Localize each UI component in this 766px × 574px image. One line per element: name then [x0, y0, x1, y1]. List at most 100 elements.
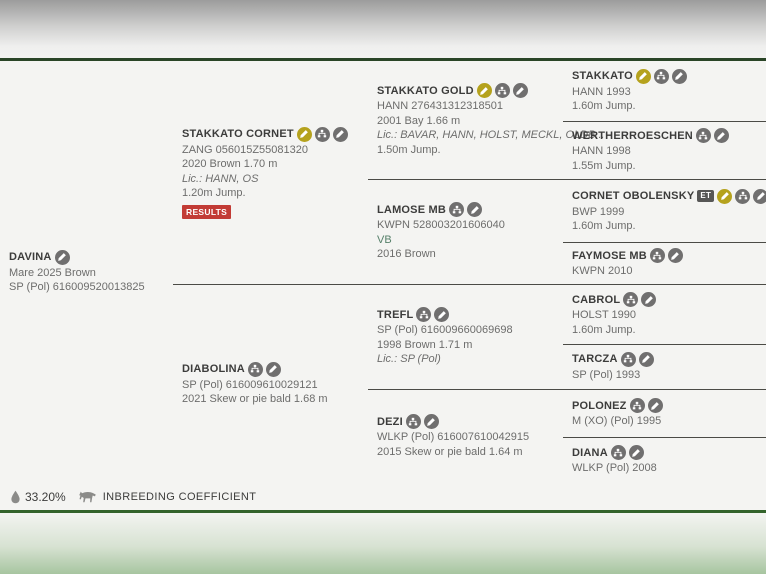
results-button[interactable]: RESULTS — [182, 205, 231, 219]
horse-detail: SP (Pol) 616009520013825 — [9, 280, 167, 295]
horse-detail: BWP 1999 — [572, 205, 760, 220]
pedigree-column-great-grandparents: STAKKATO HANN 1993 1.60m Jump. WERTHERRO… — [563, 61, 766, 483]
pedigree-icon[interactable] — [696, 128, 711, 143]
pedigree-cell-stakkato: STAKKATO HANN 1993 1.60m Jump. — [563, 61, 766, 122]
edit-icon[interactable] — [513, 83, 528, 98]
pedigree-cell-cabrol: CABROL HOLST 1990 1.60m Jump. — [563, 285, 766, 345]
horse-license: Lic.: HANN, OS — [182, 172, 362, 187]
horse-detail: SP (Pol) 616009660069698 — [377, 323, 557, 338]
pedigree-cell-sire: STAKKATO CORNET ZANG 056015Z55081320 202… — [173, 61, 368, 285]
edit-icon[interactable] — [467, 202, 482, 217]
horse-detail: WLKP (Pol) 2008 — [572, 461, 760, 476]
pedigree-cell-trefl: TREFL SP (Pol) 616009660069698 1998 Brow… — [368, 285, 563, 390]
horse-detail: 1.20m Jump. — [182, 186, 362, 201]
pedigree-cell-cornet-obolensky: CORNET OBOLENSKY ET BWP 1999 1.60m Jump. — [563, 180, 766, 243]
horse-detail: 2015 Skew or pie bald 1.64 m — [377, 445, 557, 460]
edit-icon[interactable] — [424, 414, 439, 429]
inbreeding-label: INBREEDING COEFFICIENT — [103, 491, 257, 503]
edit-icon[interactable] — [266, 362, 281, 377]
pedigree-tree: DAVINA Mare 2025 Brown SP (Pol) 61600952… — [0, 61, 766, 483]
horse-detail: KWPN 528003201606040 — [377, 218, 557, 233]
top-gradient-band — [0, 0, 766, 58]
pedigree-column-horse: DAVINA Mare 2025 Brown SP (Pol) 61600952… — [0, 61, 173, 483]
pedigree-icon[interactable] — [630, 398, 645, 413]
pedigree-cell-wertherroeschen: WERTHERROESCHEN HANN 1998 1.55m Jump. — [563, 122, 766, 180]
horse-detail: HANN 276431312318501 — [377, 99, 557, 114]
edit-icon[interactable] — [648, 398, 663, 413]
pedigree-icon[interactable] — [654, 69, 669, 84]
horse-detail: 1998 Brown 1.71 m — [377, 338, 557, 353]
edit-icon[interactable] — [641, 292, 656, 307]
horse-detail: M (XO) (Pol) 1995 — [572, 414, 760, 429]
horse-detail: 1.60m Jump. — [572, 99, 760, 114]
horse-detail: 2020 Brown 1.70 m — [182, 157, 362, 172]
pedigree-icon[interactable] — [416, 307, 431, 322]
pedigree-icon[interactable] — [650, 248, 665, 263]
pedigree-cell-polonez: POLONEZ M (XO) (Pol) 1995 — [563, 390, 766, 438]
horse-detail: 1.60m Jump. — [572, 219, 760, 234]
inbreeding-value: 33.20% — [25, 490, 66, 504]
pedigree-cell-dezi: DEZI WLKP (Pol) 616007610042915 2015 Ske… — [368, 390, 563, 483]
edit-icon[interactable] — [753, 189, 766, 204]
edit-icon[interactable] — [333, 127, 348, 142]
footer-gradient-band — [0, 513, 766, 574]
pedigree-cell-diana: DIANA WLKP (Pol) 2008 — [563, 438, 766, 483]
edit-icon[interactable] — [714, 128, 729, 143]
horse-detail: KWPN 2010 — [572, 264, 760, 279]
et-badge: ET — [697, 190, 714, 202]
pedigree-icon[interactable] — [611, 445, 626, 460]
edit-icon[interactable] — [668, 248, 683, 263]
edit-icon[interactable] — [629, 445, 644, 460]
horse-name: TREFL — [377, 309, 413, 321]
premium-icon[interactable] — [636, 69, 651, 84]
pedigree-icon[interactable] — [315, 127, 330, 142]
horse-name: TARCZA — [572, 353, 618, 365]
horse-detail: 2021 Skew or pie bald 1.68 m — [182, 392, 362, 407]
inbreeding-coefficient-bar: 33.20% INBREEDING COEFFICIENT — [0, 483, 766, 510]
pedigree-icon[interactable] — [623, 292, 638, 307]
premium-icon[interactable] — [297, 127, 312, 142]
horse-name: STAKKATO CORNET — [182, 128, 294, 140]
pedigree-cell-stakkato-gold: STAKKATO GOLD HANN 276431312318501 2001 … — [368, 61, 563, 180]
pedigree-icon[interactable] — [495, 83, 510, 98]
edit-icon[interactable] — [434, 307, 449, 322]
horse-name: STAKKATO GOLD — [377, 85, 474, 97]
premium-icon[interactable] — [477, 83, 492, 98]
pedigree-icon[interactable] — [621, 352, 636, 367]
premium-icon[interactable] — [717, 189, 732, 204]
edit-icon[interactable] — [55, 250, 70, 265]
pedigree-cell-dam: DIABOLINA SP (Pol) 616009610029121 2021 … — [173, 285, 368, 483]
pedigree-icon[interactable] — [406, 414, 421, 429]
horse-detail: Mare 2025 Brown — [9, 266, 167, 281]
horse-detail: 1.55m Jump. — [572, 159, 760, 174]
pedigree-icon[interactable] — [449, 202, 464, 217]
horse-detail: SP (Pol) 1993 — [572, 368, 760, 383]
horse-detail: 2001 Bay 1.66 m — [377, 114, 557, 129]
pedigree-column-grandparents: STAKKATO GOLD HANN 276431312318501 2001 … — [368, 61, 563, 483]
pedigree-cell-faymose-mb: FAYMOSE MB KWPN 2010 — [563, 243, 766, 285]
pedigree-icon[interactable] — [735, 189, 750, 204]
pedigree-cell-lamose-mb: LAMOSE MB KWPN 528003201606040 VB 2016 B… — [368, 180, 563, 285]
horse-name: DIANA — [572, 447, 608, 459]
horse-name: STAKKATO — [572, 70, 633, 82]
pedigree-icon[interactable] — [248, 362, 263, 377]
blood-drop-icon — [10, 490, 21, 504]
pedigree-cell-davina: DAVINA Mare 2025 Brown SP (Pol) 61600952… — [0, 61, 173, 483]
horse-name: DAVINA — [9, 251, 52, 263]
horse-detail: ZANG 056015Z55081320 — [182, 143, 362, 158]
horse-detail: SP (Pol) 616009610029121 — [182, 378, 362, 393]
pedigree-column-parents: STAKKATO CORNET ZANG 056015Z55081320 202… — [173, 61, 368, 483]
horse-detail: 2016 Brown — [377, 247, 557, 262]
horse-detail: HOLST 1990 — [572, 308, 760, 323]
horse-detail: 1.60m Jump. — [572, 323, 760, 338]
horse-license: Lic.: SP (Pol) — [377, 352, 557, 367]
horse-license: Lic.: BAVAR, HANN, HOLST, MECKL, OLDB... — [377, 128, 557, 143]
pedigree-cell-tarcza: TARCZA SP (Pol) 1993 — [563, 345, 766, 390]
horse-detail: 1.50m Jump. — [377, 143, 557, 158]
horse-name: FAYMOSE MB — [572, 250, 647, 262]
horse-name: LAMOSE MB — [377, 204, 446, 216]
edit-icon[interactable] — [672, 69, 687, 84]
edit-icon[interactable] — [639, 352, 654, 367]
horse-name: DIABOLINA — [182, 363, 245, 375]
studbook-link[interactable]: VB — [377, 233, 557, 248]
